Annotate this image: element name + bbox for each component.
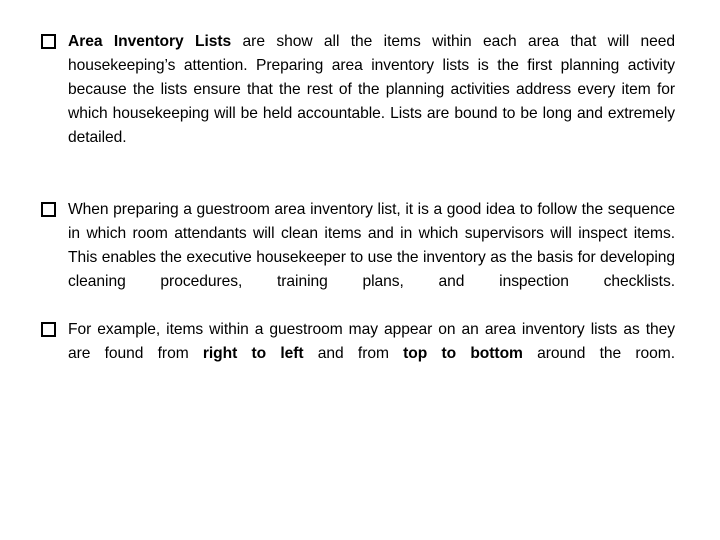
hollow-square-bullet-icon bbox=[41, 318, 61, 342]
body-text: When preparing a guestroom area inventor… bbox=[68, 201, 675, 290]
list-item-text: For example, items within a guestroom ma… bbox=[68, 318, 675, 390]
list-item: For example, items within a guestroom ma… bbox=[41, 318, 675, 390]
body-text: and from bbox=[303, 345, 404, 362]
emphasis-text: top to bottom bbox=[403, 345, 523, 362]
bullet-list: Area Inventory Lists are show all the it… bbox=[41, 30, 675, 390]
list-item: Area Inventory Lists are show all the it… bbox=[41, 30, 675, 174]
slide-canvas: Area Inventory Lists are show all the it… bbox=[0, 0, 720, 540]
emphasis-text: right to left bbox=[202, 345, 304, 362]
list-item: When preparing a guestroom area inventor… bbox=[41, 198, 675, 318]
hollow-square-bullet-icon bbox=[41, 198, 61, 222]
emphasis-text: Area Inventory Lists bbox=[68, 33, 232, 50]
list-item-text: When preparing a guestroom area inventor… bbox=[68, 198, 675, 318]
body-text: around the room. bbox=[522, 345, 675, 362]
list-item-text: Area Inventory Lists are show all the it… bbox=[68, 30, 675, 174]
hollow-square-bullet-icon bbox=[41, 30, 61, 54]
